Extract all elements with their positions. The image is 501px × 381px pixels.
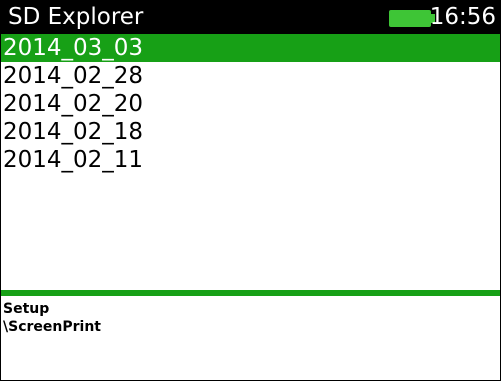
status-line-path: \ScreenPrint [3, 319, 101, 335]
window-title: SD Explorer [8, 4, 144, 30]
file-item[interactable]: 2014_02_20 [1, 90, 500, 118]
clock: 16:56 [429, 4, 496, 30]
file-item[interactable]: 2014_02_18 [1, 118, 500, 146]
battery-icon [389, 10, 431, 27]
file-item[interactable]: 2014_02_11 [1, 146, 500, 174]
file-item[interactable]: 2014_03_03 [1, 34, 500, 62]
status-panel: Setup \ScreenPrint [3, 300, 101, 336]
file-list: 2014_03_03 2014_02_28 2014_02_20 2014_02… [1, 34, 500, 290]
title-bar: SD Explorer 16:56 [1, 1, 500, 34]
file-item[interactable]: 2014_02_28 [1, 62, 500, 90]
sd-explorer-window: SD Explorer 16:56 2014_03_03 2014_02_28 … [0, 0, 501, 381]
status-divider [1, 290, 500, 296]
status-line-setup: Setup [3, 301, 50, 317]
